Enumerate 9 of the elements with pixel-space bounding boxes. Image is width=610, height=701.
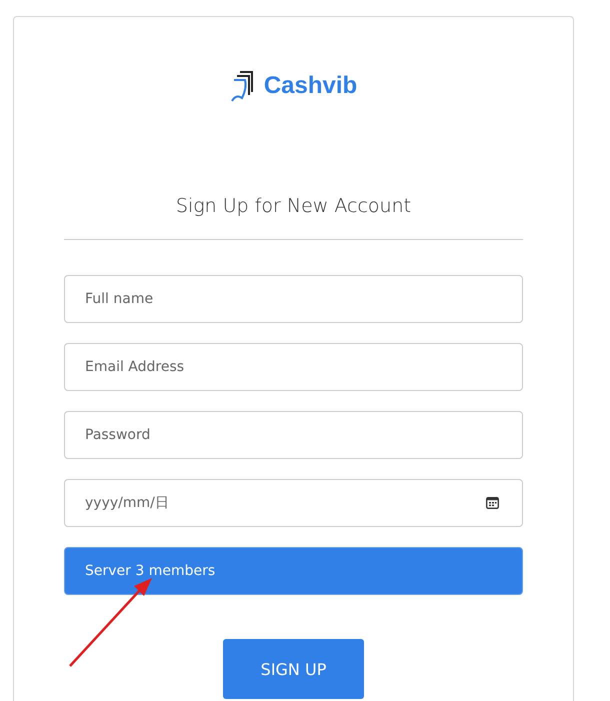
password-field[interactable]: Password: [64, 411, 523, 459]
sign-up-button[interactable]: SIGN UP: [223, 639, 364, 699]
logo-text: Cashvib: [264, 72, 358, 100]
date-field[interactable]: yyyy/mm/日: [64, 479, 523, 527]
text-field[interactable]: Email Address: [64, 343, 523, 391]
page-title: Sign Up for New Account: [174, 195, 412, 217]
calendar-icon[interactable]: [486, 497, 499, 509]
server-select[interactable]: Server 3 members: [64, 547, 523, 595]
text-field[interactable]: Full name: [64, 275, 523, 323]
